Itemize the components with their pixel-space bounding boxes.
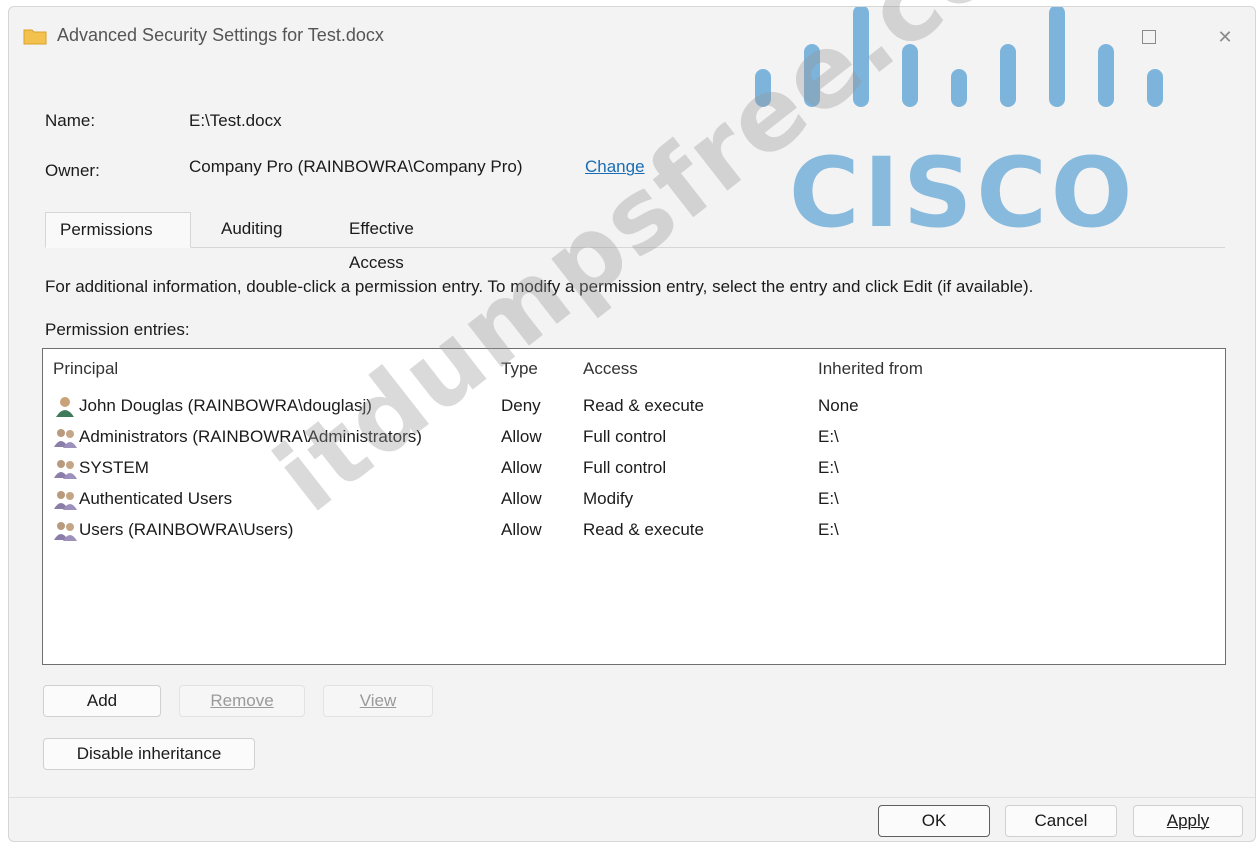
principal-cell: Authenticated Users: [79, 489, 233, 508]
close-icon: ✕: [1217, 26, 1233, 47]
inherited-cell: E:\: [818, 458, 839, 477]
access-cell: Modify: [583, 489, 634, 508]
add-button[interactable]: Add: [43, 685, 161, 717]
owner-label: Owner:: [45, 161, 100, 180]
cancel-button[interactable]: Cancel: [1005, 805, 1117, 837]
table-row[interactable]: Users (RAINBOWRA\Users) Allow Read & exe…: [43, 517, 1225, 548]
column-header-type[interactable]: Type: [501, 359, 538, 379]
table-row[interactable]: SYSTEM Allow Full control E:\: [43, 455, 1225, 486]
access-cell: Read & execute: [583, 396, 704, 415]
group-icon: [54, 460, 77, 479]
table-row[interactable]: Administrators (RAINBOWRA\Administrators…: [43, 424, 1225, 455]
group-icon: [54, 429, 77, 448]
principal-cell: John Douglas (RAINBOWRA\douglasj): [79, 396, 372, 415]
footer-divider: [9, 797, 1255, 798]
column-header-access[interactable]: Access: [583, 359, 638, 379]
permission-entries-label: Permission entries:: [45, 320, 190, 339]
access-cell: Read & execute: [583, 520, 704, 539]
user-icon: [56, 397, 74, 417]
maximize-icon: [1142, 30, 1156, 44]
inherited-cell: E:\: [818, 427, 839, 446]
view-button[interactable]: View: [323, 685, 433, 717]
ok-button[interactable]: OK: [878, 805, 990, 837]
group-icon: [54, 522, 77, 541]
inherited-cell: E:\: [818, 520, 839, 539]
title-bar: Advanced Security Settings for Test.docx…: [9, 7, 1255, 65]
type-cell: Allow: [501, 427, 542, 446]
inherited-cell: E:\: [818, 489, 839, 508]
disable-inheritance-button[interactable]: Disable inheritance: [43, 738, 255, 770]
cisco-logo-text: CISCO: [789, 137, 1137, 249]
advanced-security-dialog: Advanced Security Settings for Test.docx…: [8, 5, 1256, 842]
type-cell: Allow: [501, 520, 542, 539]
principal-cell: Users (RAINBOWRA\Users): [79, 520, 294, 539]
folder-icon: [23, 29, 47, 45]
cancel-button-label: Cancel: [1034, 811, 1088, 830]
disable-inheritance-label: Disable inheritance: [76, 744, 222, 763]
change-owner-link[interactable]: Change: [585, 157, 645, 177]
tab-auditing[interactable]: Auditing: [207, 212, 296, 248]
tab-effective-access[interactable]: Effective Access: [335, 212, 428, 272]
apply-button[interactable]: Apply: [1133, 805, 1243, 837]
ok-button-label: OK: [921, 811, 947, 830]
remove-button-label: Remove: [210, 691, 274, 710]
type-cell: Deny: [501, 396, 541, 415]
info-text: For additional information, double-click…: [45, 277, 1034, 296]
column-header-inherited-from[interactable]: Inherited from: [818, 359, 923, 379]
access-cell: Full control: [583, 458, 667, 477]
maximize-button[interactable]: [1127, 19, 1171, 55]
type-cell: Allow: [501, 458, 542, 477]
name-value: E:\Test.docx: [189, 111, 282, 130]
principal-cell: SYSTEM: [79, 458, 149, 477]
inherited-cell: None: [818, 396, 859, 415]
type-cell: Allow: [501, 489, 542, 508]
tab-permissions[interactable]: Permissions: [45, 212, 191, 248]
view-button-label: View: [359, 691, 397, 710]
table-row[interactable]: Authenticated Users Allow Modify E:\: [43, 486, 1225, 517]
close-button[interactable]: ✕: [1203, 19, 1247, 55]
window-title: Advanced Security Settings for Test.docx: [57, 25, 384, 45]
principal-cell: Administrators (RAINBOWRA\Administrators…: [79, 427, 422, 446]
apply-button-label: Apply: [1166, 811, 1210, 830]
access-cell: Full control: [583, 427, 667, 446]
permission-entries-list[interactable]: Principal Type Access Inherited from Joh…: [42, 348, 1226, 665]
remove-button[interactable]: Remove: [179, 685, 305, 717]
tab-divider: [45, 247, 1225, 248]
name-label: Name:: [45, 111, 96, 130]
group-icon: [54, 491, 77, 510]
add-button-label: Add: [86, 691, 118, 710]
table-row[interactable]: John Douglas (RAINBOWRA\douglasj) Deny R…: [43, 393, 1225, 424]
owner-value: Company Pro (RAINBOWRA\Company Pro): [189, 157, 523, 176]
column-header-principal[interactable]: Principal: [53, 359, 118, 379]
